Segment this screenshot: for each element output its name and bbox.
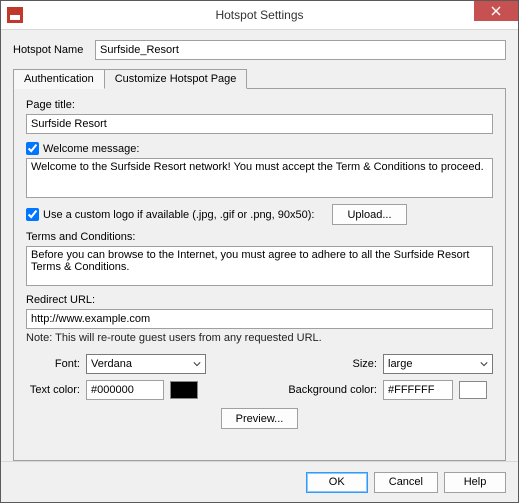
redirect-input[interactable] [26,309,493,329]
ok-button[interactable]: OK [306,472,368,493]
cancel-button-label: Cancel [389,476,423,488]
text-color-swatch[interactable] [170,381,198,399]
welcome-checkbox-row[interactable]: Welcome message: [26,142,493,155]
chevron-down-icon [193,360,201,368]
close-button[interactable] [474,1,518,21]
size-select[interactable]: large [383,354,493,374]
window-title: Hotspot Settings [1,1,518,29]
text-color-input[interactable] [86,380,164,400]
page-title-input[interactable] [26,114,493,134]
terms-label: Terms and Conditions: [26,231,493,243]
titlebar: Hotspot Settings [1,1,518,30]
bg-color-swatch[interactable] [459,381,487,399]
size-value: large [388,358,412,370]
redirect-note: Note: This will re-route guest users fro… [26,332,493,344]
app-icon [7,7,23,23]
ok-button-label: OK [329,476,345,488]
page-title-label: Page title: [26,99,493,111]
font-label: Font: [26,358,86,370]
welcome-textarea[interactable] [26,158,493,198]
hotspot-name-label: Hotspot Name [13,44,95,56]
upload-button-label: Upload... [347,209,391,221]
welcome-checkbox[interactable] [26,142,39,155]
dialog-body: Hotspot Name Authentication Customize Ho… [1,30,518,461]
bg-color-label: Background color: [283,384,383,396]
help-button[interactable]: Help [444,472,506,493]
size-label: Size: [283,358,383,370]
hotspot-name-row: Hotspot Name [13,40,506,60]
style-grid: Font: Verdana Size: large Text color: B [26,354,493,400]
logo-checkbox-label: Use a custom logo if available (.jpg, .g… [43,209,314,221]
terms-textarea[interactable] [26,246,493,286]
tab-label: Customize Hotspot Page [115,73,237,85]
font-select[interactable]: Verdana [86,354,206,374]
tab-customize[interactable]: Customize Hotspot Page [104,69,248,89]
dialog-window: Hotspot Settings Hotspot Name Authentica… [0,0,519,503]
tab-panel-customize: Page title: Welcome message: Use a custo… [13,88,506,461]
welcome-checkbox-label: Welcome message: [43,143,139,155]
logo-row: Use a custom logo if available (.jpg, .g… [26,204,493,225]
upload-button[interactable]: Upload... [332,204,406,225]
dialog-footer: OK Cancel Help [1,461,518,502]
cancel-button[interactable]: Cancel [374,472,438,493]
tab-authentication[interactable]: Authentication [13,69,105,89]
tab-label: Authentication [24,73,94,85]
preview-button[interactable]: Preview... [221,408,299,429]
bg-color-input[interactable] [383,380,453,400]
logo-checkbox-row[interactable]: Use a custom logo if available (.jpg, .g… [26,208,314,221]
help-button-label: Help [464,476,487,488]
text-color-label: Text color: [26,384,86,396]
close-icon [491,6,501,16]
font-value: Verdana [91,358,132,370]
chevron-down-icon [480,360,488,368]
logo-checkbox[interactable] [26,208,39,221]
redirect-label: Redirect URL: [26,294,493,306]
preview-button-label: Preview... [236,413,284,425]
tabstrip: Authentication Customize Hotspot Page [13,68,506,88]
hotspot-name-input[interactable] [95,40,506,60]
